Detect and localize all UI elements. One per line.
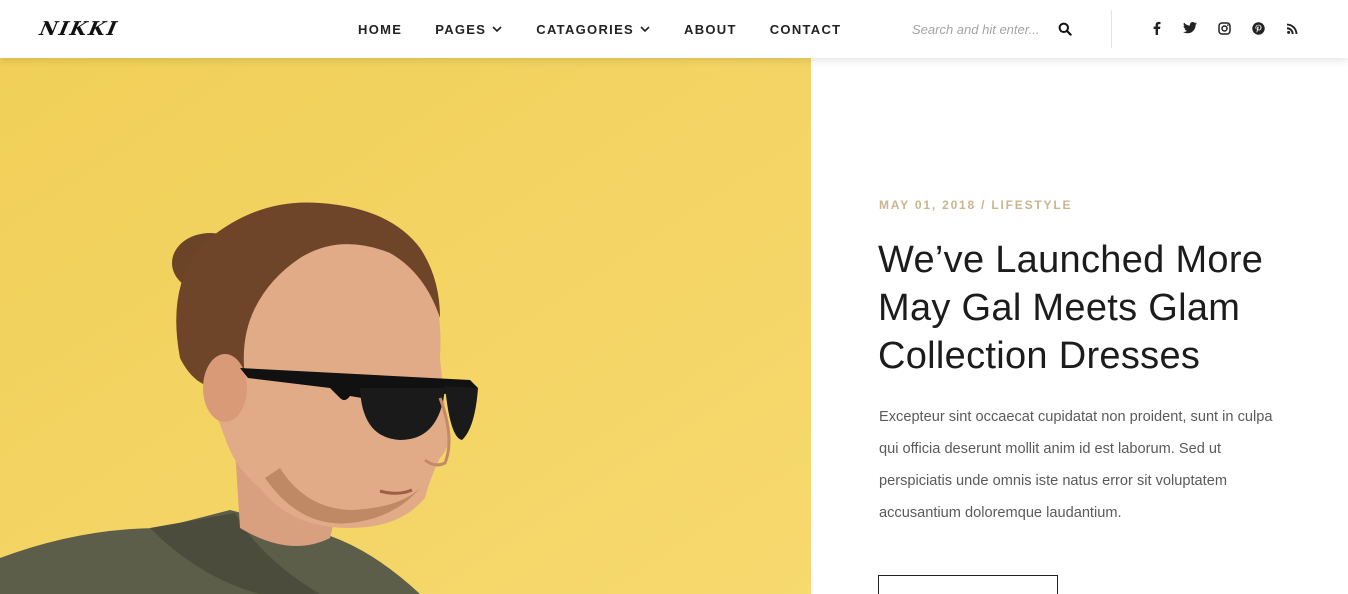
- rss-icon[interactable]: [1283, 19, 1301, 37]
- search-box: [912, 19, 1072, 39]
- article-meta: MAY 01, 2018 / LIFESTYLE: [879, 198, 1073, 212]
- article-title[interactable]: We’ve Launched More May Gal Meets Glam C…: [878, 236, 1298, 380]
- nav-item-categories[interactable]: CATAGORIES: [536, 22, 651, 37]
- pinterest-icon[interactable]: [1249, 19, 1267, 37]
- facebook-icon[interactable]: [1147, 19, 1165, 37]
- site-header: NIKKI HOME PAGES CATAGORIES ABOUT CONTAC…: [0, 0, 1348, 58]
- nav-item-contact[interactable]: CONTACT: [770, 22, 842, 37]
- read-more-button[interactable]: [878, 575, 1058, 594]
- nav-item-label: HOME: [358, 21, 403, 37]
- chevron-down-icon: [640, 26, 650, 33]
- nav-item-pages[interactable]: PAGES: [435, 22, 503, 37]
- instagram-icon[interactable]: [1215, 19, 1233, 37]
- main-nav: HOME PAGES CATAGORIES ABOUT CONTACT: [358, 0, 874, 58]
- nav-item-about[interactable]: ABOUT: [684, 22, 737, 37]
- article-excerpt: Excepteur sint occaecat cupidatat non pr…: [879, 409, 1273, 521]
- twitter-icon[interactable]: [1181, 19, 1199, 37]
- nav-item-home[interactable]: HOME: [358, 22, 402, 37]
- nav-item-label: CONTACT: [769, 21, 842, 37]
- man-with-sunglasses-photo: [0, 58, 811, 594]
- search-icon[interactable]: [1058, 22, 1072, 36]
- hero-image[interactable]: [0, 58, 811, 594]
- header-divider: [1111, 10, 1112, 48]
- search-input[interactable]: [912, 21, 1050, 37]
- chevron-down-icon: [492, 26, 502, 33]
- site-logo[interactable]: NIKKI: [38, 18, 121, 40]
- nav-item-label: PAGES: [435, 21, 487, 37]
- nav-item-label: CATAGORIES: [536, 21, 635, 37]
- nav-item-label: ABOUT: [684, 21, 737, 37]
- social-links: [1147, 19, 1317, 37]
